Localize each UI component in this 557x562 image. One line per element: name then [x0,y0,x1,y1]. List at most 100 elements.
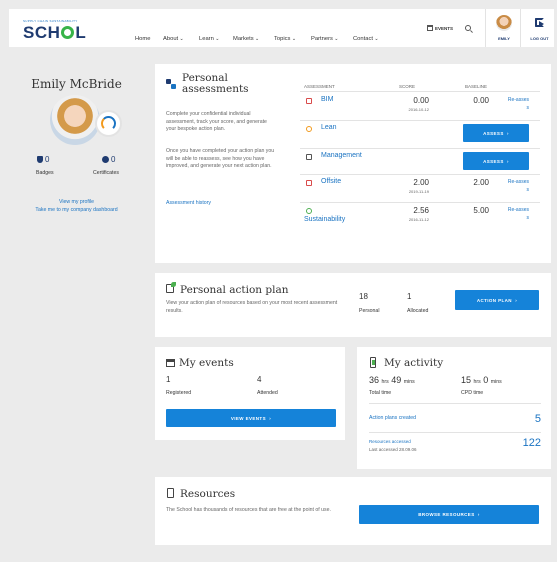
reassess-link-wrap[interactable]: s [505,215,530,221]
events-icon [166,359,175,367]
assessment-date: 2019-11-19 [408,189,429,194]
badges-label: Badges [36,170,54,176]
chevron-down-icon: ⌄ [253,36,260,42]
allocated-label: Allocated [407,308,429,314]
logout-arrow [539,21,544,27]
chevron-down-icon: ⌄ [372,36,379,42]
shield-icon [37,156,43,163]
activity-title: My activity [384,357,444,369]
assessments-title: Personal assessments [182,72,249,95]
assessment-date: 2016-10-12 [408,107,429,112]
user-label: EMILY [498,36,510,41]
action-plans-created-value: 5 [534,413,541,425]
browse-resources-button[interactable]: BROWSE RESOURCES › [359,505,539,524]
nav-item-contact[interactable]: Contact ⌄ [353,36,379,42]
attended-count: 4 [257,375,262,384]
cpd-time-value: 15 hrs 0 mins [461,375,502,385]
assessment-management-link[interactable]: Management [321,152,362,159]
action-plan-button[interactable]: ACTION PLAN › [455,290,539,310]
assess-button-management[interactable]: ASSESS › [463,152,529,170]
assessment-offsite-link[interactable]: Offsite [321,178,341,185]
col-assessment: ASSESSMENT [304,84,335,89]
resources-card: Resources The School has thousands of re… [155,477,551,545]
assessments-card: Personal assessments Complete your confi… [155,64,551,263]
certificates-label: Certificates [93,170,119,176]
reassess-link[interactable]: Re-asses [505,97,529,103]
nav-item-home[interactable]: Home [135,36,150,42]
nav-item-topics[interactable]: Topics ⌄ [274,36,296,42]
assessment-score: 2.56 [413,206,429,215]
action-plan-title: Personal action plan [180,284,289,296]
action-plan-desc: View your action plan of resources based… [166,300,338,314]
nav-item-partners[interactable]: Partners ⌄ [311,36,339,42]
assessment-bim-icon [306,98,312,104]
resources-icon [167,488,174,498]
resources-title: Resources [180,488,236,500]
certificate-icon [102,156,109,163]
logo[interactable]: SUPPLY CHAIN SUSTAINABILITY SCH L [23,19,113,42]
reassess-link-wrap[interactable]: s [505,187,530,193]
assessment-baseline: 2.00 [473,178,489,187]
nav-item-markets[interactable]: Markets ⌄ [233,36,259,42]
user-menu[interactable]: EMILY [485,9,521,47]
logo-o-ring [61,26,75,39]
logout-button[interactable]: LOG OUT [525,9,554,47]
certificates-stat[interactable]: 0 [102,155,115,164]
view-profile-link[interactable]: View my profile [9,199,144,205]
assessment-lean-link[interactable]: Lean [321,124,337,131]
company-dashboard-link[interactable]: Take me to my company dashboard [9,207,144,213]
assessments-desc-2: Once you have completed your action plan… [166,148,275,169]
events-card: My events 1 Registered 4 Attended VIEW E… [155,347,345,440]
chevron-down-icon: ⌄ [290,36,297,42]
events-link[interactable]: EVENTS [427,25,453,31]
assessment-baseline: 5.00 [473,206,489,215]
header-bar: SUPPLY CHAIN SUSTAINABILITY SCH L Home Abo… [9,9,554,47]
allocated-count: 1 [407,292,412,301]
assessment-score: 2.00 [413,178,429,187]
profile-name: Emily McBride [31,77,122,91]
registered-label: Registered [166,390,192,396]
assessment-management-icon [306,154,312,160]
reassess-link[interactable]: Re-asses [505,207,529,213]
achievement-swoosh [101,116,116,131]
col-score: SCORE [399,84,416,89]
assessment-bim-link[interactable]: BIM [321,96,333,103]
logo-wordmark: SCH L [23,23,87,42]
personal-count: 18 [359,292,368,301]
assessment-sustainability-icon [306,208,312,214]
chevron-down-icon: ⌄ [213,36,220,42]
badges-stat[interactable]: 0 [37,155,49,164]
events-title: My events [179,357,234,369]
personal-label: Personal [359,308,380,314]
resources-last-accessed: Last accessed 28.09.06 [369,447,417,452]
assessment-sustainability-link[interactable]: Sustainability [304,216,345,223]
total-time-label: Total time [369,390,392,396]
col-baseline: BASELINE [465,84,488,89]
calendar-icon [427,25,433,31]
total-time-value: 36 hrs 49 mins [369,375,415,385]
view-events-button[interactable]: VIEW EVENTS › [166,409,336,427]
profile-avatar[interactable] [50,95,100,145]
assessment-score: 0.00 [413,96,429,105]
search-icon-handle [470,30,473,33]
logout-label: LOG OUT [530,36,549,41]
assessment-baseline: 0.00 [473,96,489,105]
assessment-date: 2016-11-12 [408,217,429,222]
nav-item-about[interactable]: About ⌄ [163,36,184,42]
activity-card: My activity 36 hrs 49 mins Total time 15… [357,347,551,469]
nav-item-learn[interactable]: Learn ⌄ [199,36,219,42]
resources-desc: The School has thousands of resources th… [166,507,331,513]
chevron-down-icon: ⌄ [178,36,184,42]
assessments-desc-1: Complete your confidential individual as… [166,111,267,132]
attended-label: Attended [257,390,278,396]
assessment-icon [166,79,176,89]
resources-accessed-value: 122 [522,437,541,449]
resources-accessed-link[interactable]: Resources accessed [369,439,411,444]
assessment-history-link[interactable]: Assessment history [166,200,211,206]
chevron-down-icon: ⌄ [332,36,339,42]
reassess-link[interactable]: Re-asses [505,179,529,185]
user-avatar [496,15,512,31]
assess-button-lean[interactable]: ASSESS › [463,124,529,142]
reassess-link-wrap[interactable]: s [505,105,530,111]
action-plans-created-link[interactable]: Action plans created [369,415,416,421]
